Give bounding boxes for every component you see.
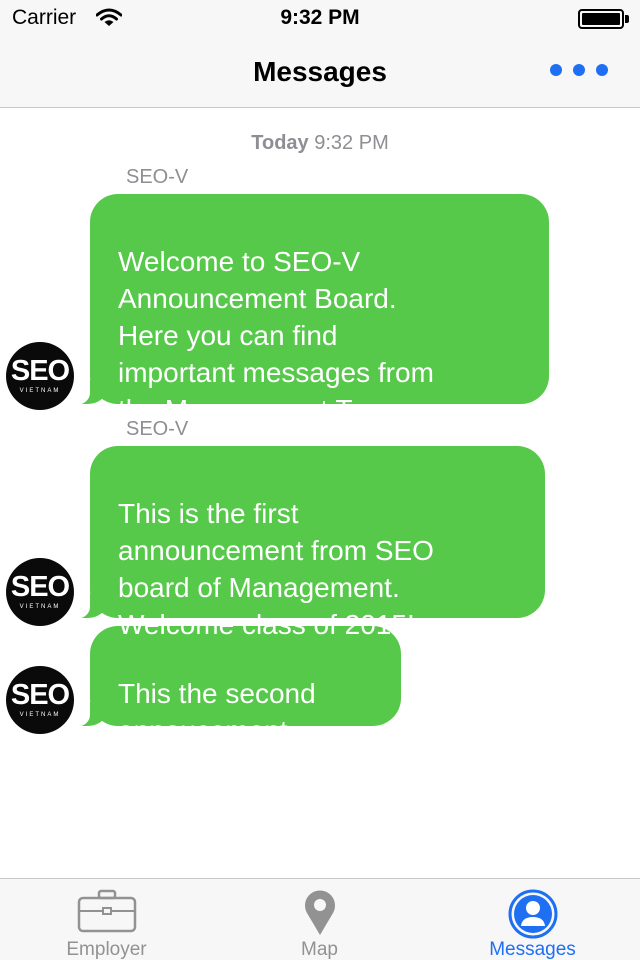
avatar: SEO VIETNAM — [6, 558, 74, 626]
tab-bar: Employer Map Messages — [0, 878, 640, 960]
battery-icon — [578, 9, 630, 29]
more-dots-icon[interactable] — [544, 58, 614, 82]
message-text: This is the first announcement from SEO … — [118, 498, 434, 640]
tab-map[interactable]: Map — [213, 879, 426, 960]
navigation-bar: Messages — [0, 40, 640, 108]
briefcase-icon — [77, 889, 136, 933]
message-bubble[interactable]: Welcome to SEO-V Announcement Board. Her… — [62, 194, 549, 425]
tab-label: Map — [301, 939, 338, 960]
tab-label: Employer — [66, 939, 147, 960]
avatar: SEO VIETNAM — [6, 342, 74, 410]
message-text: This the second annoucement — [118, 678, 316, 746]
thread-timestamp: Today 9:32 PM — [0, 132, 640, 155]
person-circle-icon — [508, 889, 557, 939]
tab-label: Messages — [489, 939, 576, 960]
status-clock: 9:32 PM — [280, 6, 360, 29]
avatar: SEO VIETNAM — [6, 666, 74, 734]
tab-employer[interactable]: Employer — [0, 879, 213, 960]
message-bubble[interactable]: This the second annoucement — [62, 626, 401, 746]
status-bar: Carrier 9:32 PM — [0, 0, 640, 40]
tab-messages[interactable]: Messages — [426, 879, 639, 960]
message-sender: SEO-V — [126, 166, 189, 188]
map-pin-icon — [304, 890, 335, 935]
message-thread[interactable]: Today 9:32 PM SEO-V Welcome to SEO-V Ann… — [0, 108, 640, 878]
timestamp-time: 9:32 PM — [314, 132, 389, 154]
message-text: Welcome to SEO-V Announcement Board. Her… — [118, 246, 434, 425]
message-bubble[interactable]: This is the first announcement from SEO … — [62, 446, 545, 640]
timestamp-day: Today — [251, 132, 309, 154]
